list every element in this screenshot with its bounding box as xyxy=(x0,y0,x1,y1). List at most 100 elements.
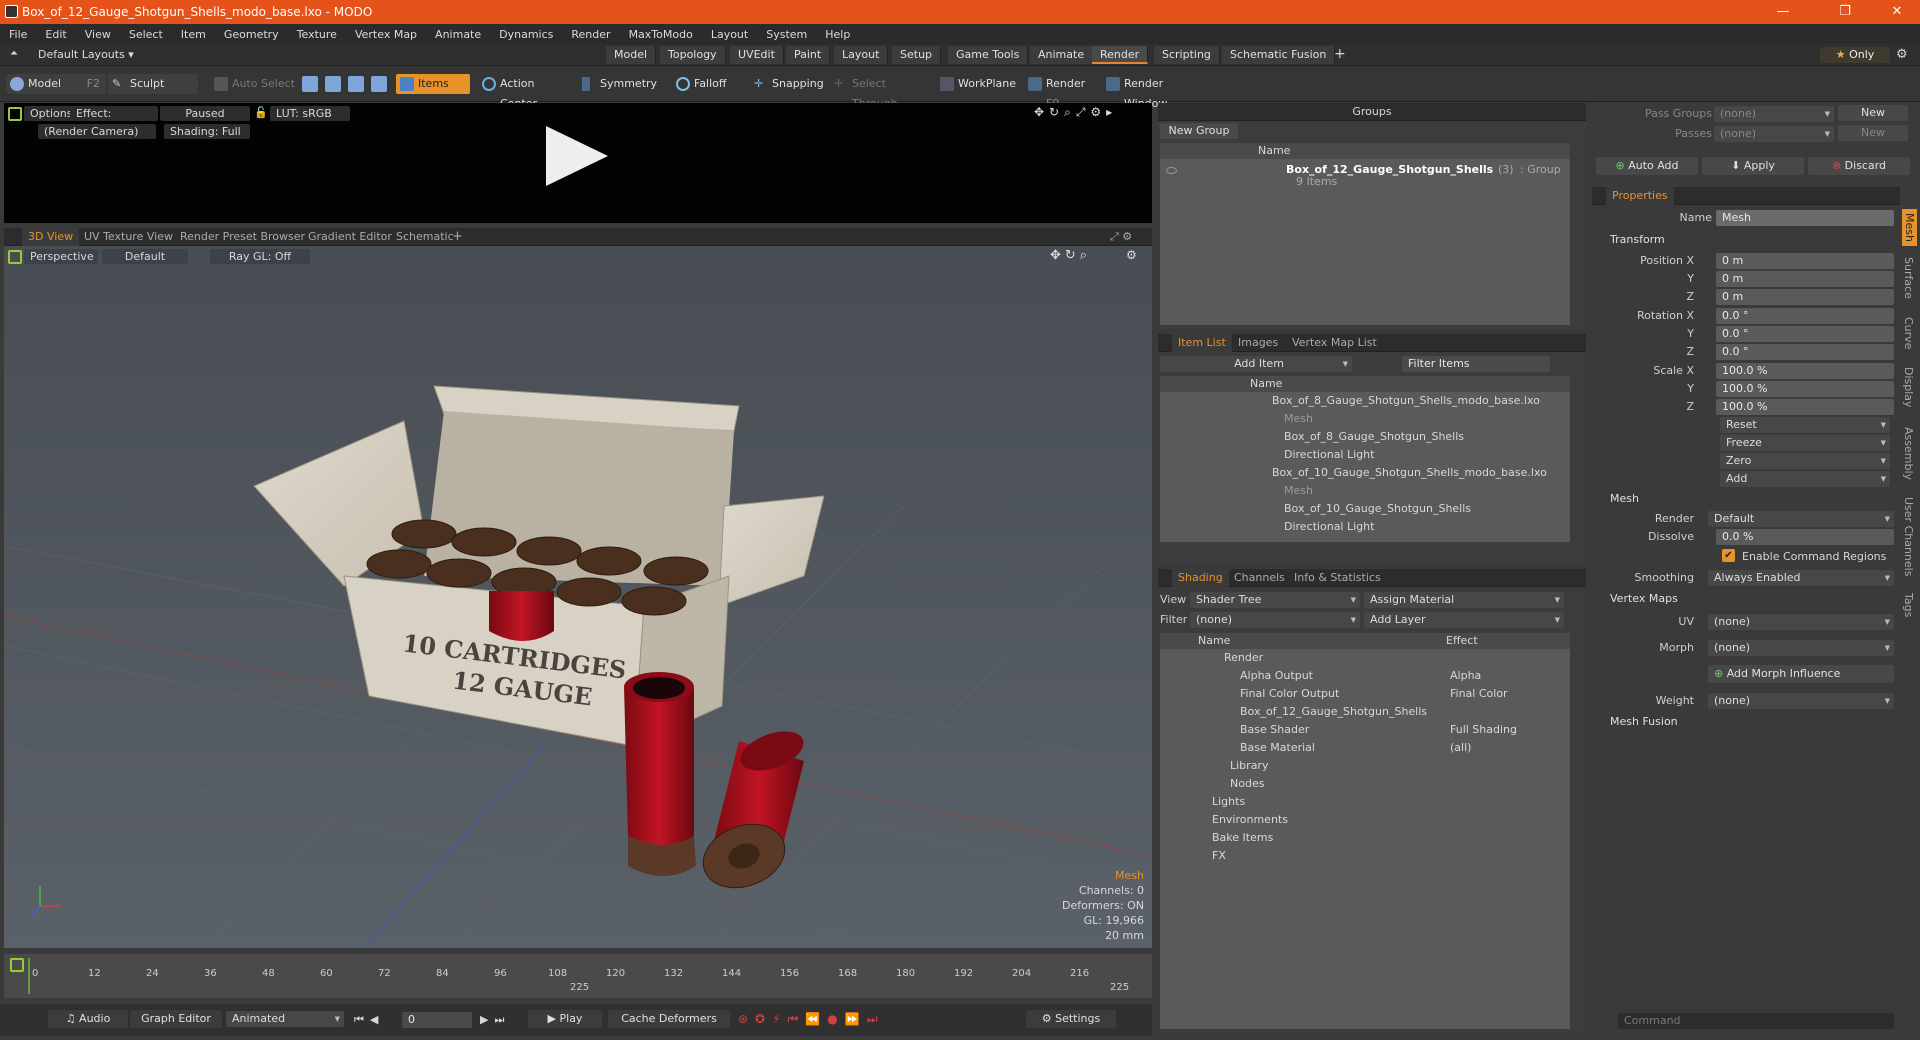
zero-dropdown[interactable]: Zero xyxy=(1720,453,1890,469)
list-item[interactable]: Box_of_8_Gauge_Shotgun_Shells xyxy=(1284,428,1464,446)
menu-edit[interactable]: Edit xyxy=(36,28,75,41)
side-tab-curve[interactable]: Curve xyxy=(1902,317,1915,349)
visibility-eye-icon[interactable] xyxy=(1166,167,1177,174)
tab-uvedit[interactable]: UVEdit xyxy=(730,46,784,64)
freeze-dropdown[interactable]: Freeze xyxy=(1720,435,1890,451)
action-center-button[interactable]: Action Center xyxy=(478,74,570,110)
shader-row[interactable]: Final Color Output xyxy=(1240,685,1339,703)
list-item[interactable]: Directional Light xyxy=(1284,446,1374,464)
maximize-button[interactable]: ❐ xyxy=(1822,0,1868,24)
prev-key-icons[interactable]: ⏮◀ xyxy=(354,1013,384,1027)
vertex-mode-icon[interactable] xyxy=(302,76,318,92)
tab-model[interactable]: Model xyxy=(606,46,657,64)
list-item[interactable]: Directional Light xyxy=(1284,518,1374,536)
3d-viewport[interactable]: 10 CARTRIDGES 12 GAUGE Perspective Defau… xyxy=(4,246,1152,948)
falloff-button[interactable]: Falloff xyxy=(672,74,742,94)
rotation-z-field[interactable]: 0.0 ° xyxy=(1716,344,1894,360)
rotation-x-field[interactable]: 0.0 ° xyxy=(1716,308,1894,324)
shader-effect[interactable]: Alpha xyxy=(1450,667,1481,685)
gear-icon[interactable]: ⚙ xyxy=(1896,47,1908,62)
tab-layout[interactable]: Layout xyxy=(834,46,889,64)
play-icon[interactable] xyxy=(546,126,608,186)
render-window-button[interactable]: Render Window xyxy=(1102,74,1202,110)
tab-images[interactable]: Images xyxy=(1232,334,1284,352)
pass-groups-dropdown[interactable]: (none) xyxy=(1714,106,1834,122)
viewport-gear-icon[interactable]: ⚙ xyxy=(1126,248,1137,262)
position-y-field[interactable]: 0 m xyxy=(1716,271,1894,287)
add-morph-influence-button[interactable]: ⊕ Add Morph Influence xyxy=(1708,665,1894,683)
shader-row[interactable]: Alpha Output xyxy=(1240,667,1313,685)
tab-setup[interactable]: Setup xyxy=(892,46,942,64)
side-tab-display[interactable]: Display xyxy=(1902,367,1915,408)
tab-animate[interactable]: Animate xyxy=(1030,46,1094,64)
mesh-section[interactable]: Mesh xyxy=(1610,492,1639,505)
side-tab-mesh[interactable]: Mesh xyxy=(1902,209,1917,246)
tab-topology[interactable]: Topology xyxy=(660,46,726,64)
render-button[interactable]: Render F9 xyxy=(1024,74,1100,110)
graph-editor-button[interactable]: Graph Editor xyxy=(130,1010,222,1028)
cache-deformers-button[interactable]: Cache Deformers xyxy=(608,1010,730,1028)
only-toggle[interactable]: ★ Only xyxy=(1820,47,1890,63)
tab-paint[interactable]: Paint xyxy=(786,46,831,64)
close-button[interactable]: ✕ xyxy=(1874,0,1920,24)
raygl-dropdown[interactable]: Ray GL: Off xyxy=(210,249,310,264)
tab-scripting[interactable]: Scripting xyxy=(1154,46,1220,64)
menu-file[interactable]: File xyxy=(0,28,36,41)
add-tab-icon[interactable]: + xyxy=(1334,46,1346,62)
minimize-button[interactable]: — xyxy=(1760,0,1806,24)
shader-row[interactable]: Box_of_12_Gauge_Shotgun_Shells xyxy=(1240,703,1427,721)
workplane-button[interactable]: WorkPlane xyxy=(936,74,1018,94)
position-z-field[interactable]: 0 m xyxy=(1716,289,1894,305)
viewport-nav-icons[interactable]: ✥↻⌕ xyxy=(1050,248,1091,263)
name-field[interactable]: Mesh xyxy=(1716,210,1894,226)
auto-select-button[interactable]: Auto Select xyxy=(210,74,296,94)
menu-view[interactable]: View xyxy=(76,28,120,41)
tab-schematic[interactable]: Schematic xyxy=(390,228,460,246)
list-item[interactable]: Box_of_10_Gauge_Shotgun_Shells_modo_base… xyxy=(1272,464,1547,482)
side-tab-surface[interactable]: Surface xyxy=(1902,257,1915,299)
weight-dropdown[interactable]: (none) xyxy=(1708,693,1894,709)
enable-command-regions-checkbox[interactable]: ✔ xyxy=(1722,549,1735,562)
passes-dropdown[interactable]: (none) xyxy=(1714,126,1834,142)
command-input[interactable]: Command xyxy=(1618,1013,1894,1029)
shader-row[interactable]: Base Material xyxy=(1240,739,1315,757)
smoothing-dropdown[interactable]: Always Enabled xyxy=(1708,570,1894,586)
dissolve-field[interactable]: 0.0 % xyxy=(1716,529,1894,545)
menu-item[interactable]: Item xyxy=(172,28,215,41)
discard-button[interactable]: ⊗ Discard xyxy=(1808,157,1910,175)
position-x-field[interactable]: 0 m xyxy=(1716,253,1894,269)
tab-item-list[interactable]: Item List xyxy=(1172,334,1232,352)
shader-row[interactable]: Library xyxy=(1230,757,1268,775)
menu-system[interactable]: System xyxy=(757,28,816,41)
material-mode-icon[interactable] xyxy=(371,76,387,92)
reset-dropdown[interactable]: Reset xyxy=(1720,417,1890,433)
menu-render[interactable]: Render xyxy=(562,28,619,41)
tab-shading[interactable]: Shading xyxy=(1172,569,1229,587)
side-tab-tags[interactable]: Tags xyxy=(1902,593,1915,617)
shader-row[interactable]: Render xyxy=(1224,649,1263,667)
tab-render-preset-browser[interactable]: Render Preset Browser xyxy=(174,228,311,246)
play-button[interactable]: ▶ Play xyxy=(528,1010,602,1028)
menu-help[interactable]: Help xyxy=(816,28,859,41)
scale-y-field[interactable]: 100.0 % xyxy=(1716,381,1894,397)
add-dropdown[interactable]: Add xyxy=(1720,471,1890,487)
list-item[interactable]: Box_of_10_Gauge_Shotgun_Shells xyxy=(1284,500,1471,518)
assign-material-dropdown[interactable]: Assign Material xyxy=(1364,592,1564,608)
new-pass-button[interactable]: New xyxy=(1838,125,1908,141)
polygon-mode-icon[interactable] xyxy=(348,76,364,92)
tab-gradient-editor[interactable]: Gradient Editor xyxy=(302,228,398,246)
menu-texture[interactable]: Texture xyxy=(288,28,346,41)
auto-add-button[interactable]: ⊕ Auto Add xyxy=(1596,157,1698,175)
list-item[interactable]: Mesh xyxy=(1284,410,1313,428)
shader-row[interactable]: Bake Items xyxy=(1212,829,1273,847)
animated-dropdown[interactable]: Animated xyxy=(226,1011,344,1027)
edge-mode-icon[interactable] xyxy=(325,76,341,92)
menu-select[interactable]: Select xyxy=(120,28,172,41)
timeline[interactable]: 0 12 24 36 48 60 72 84 96 108 120 132 14… xyxy=(4,954,1152,998)
layout-collapse-icon[interactable]: ⏶ xyxy=(10,48,18,59)
preview-nav-icons[interactable]: ✥↻⌕⤢⚙▸ xyxy=(1034,105,1117,120)
tab-game-tools[interactable]: Game Tools xyxy=(948,46,1029,64)
group-row[interactable]: Box_of_12_Gauge_Shotgun_Shells (3) : Gro… xyxy=(1164,161,1568,189)
add-item-dropdown[interactable]: Add Item xyxy=(1160,356,1352,372)
tab-schematic-fusion[interactable]: Schematic Fusion xyxy=(1222,46,1336,64)
